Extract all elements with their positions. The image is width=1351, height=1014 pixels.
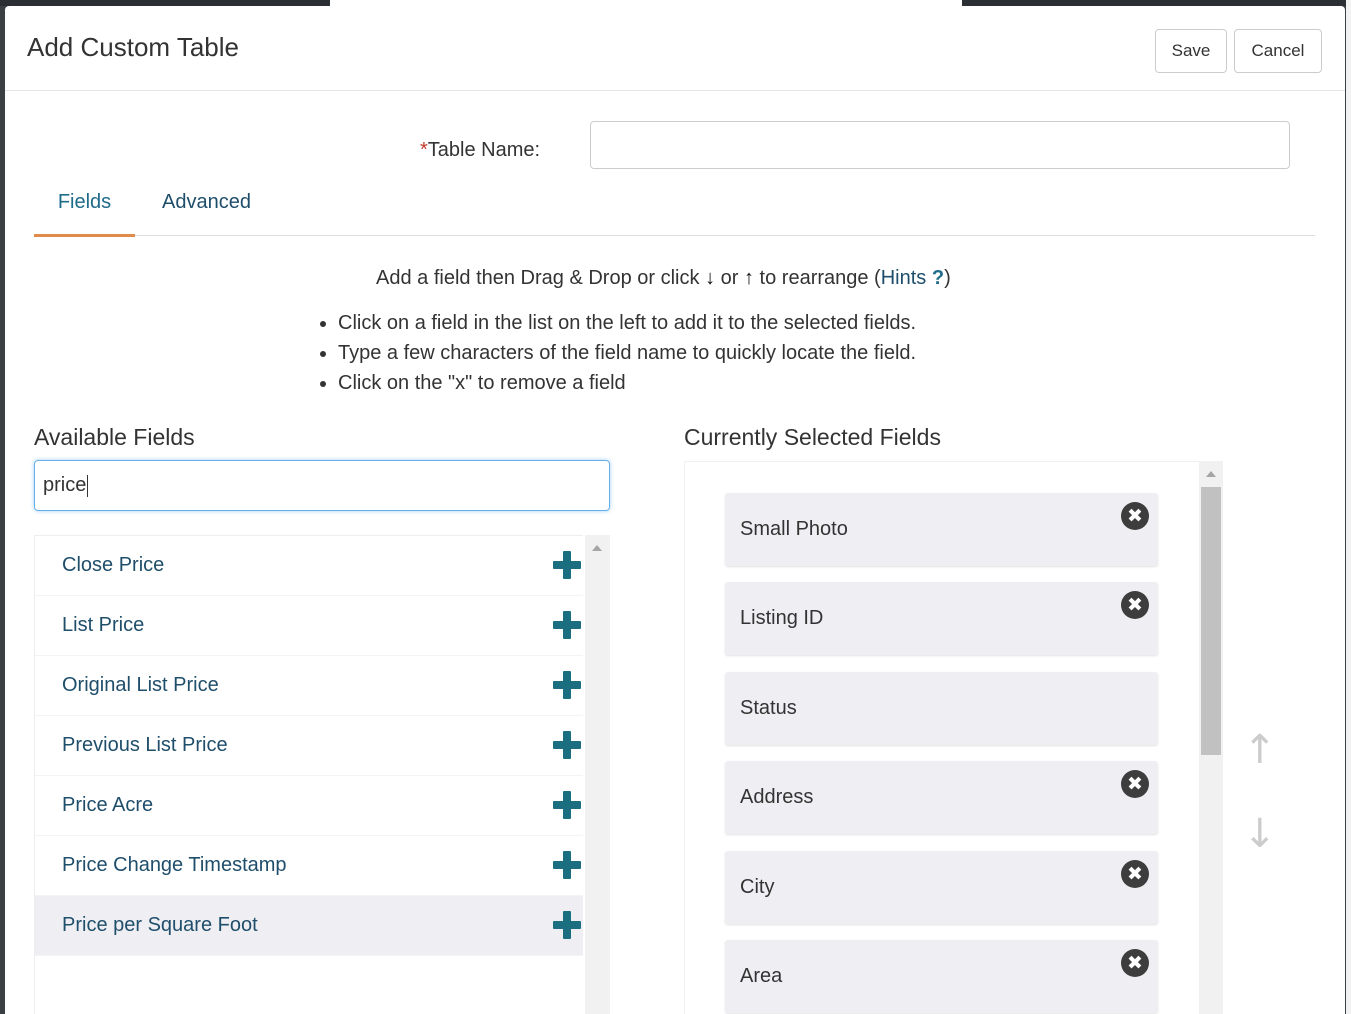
plus-icon[interactable] <box>553 731 581 759</box>
plus-icon[interactable] <box>553 851 581 879</box>
available-field-row[interactable]: Price Acre <box>35 776 583 836</box>
field-label: List Price <box>62 614 145 636</box>
remove-icon[interactable]: ✖ <box>1121 860 1149 888</box>
hint-text-after: to rearrange ( <box>759 267 881 289</box>
selected-field-item[interactable]: Listing ID ✖ <box>725 582 1158 655</box>
tab-fields[interactable]: Fields <box>34 191 135 237</box>
remove-icon[interactable]: ✖ <box>1121 502 1149 530</box>
cancel-button[interactable]: Cancel <box>1234 29 1322 73</box>
selected-field-item[interactable]: Area ✖ <box>725 940 1158 1013</box>
available-fields-title: Available Fields <box>34 424 195 450</box>
available-field-row[interactable]: Previous List Price <box>35 716 583 776</box>
available-field-row[interactable]: Original List Price <box>35 656 583 716</box>
field-label: Small Photo <box>740 518 848 540</box>
field-label: Status <box>740 697 797 719</box>
selected-field-item[interactable]: City ✖ <box>725 851 1158 924</box>
selected-list-scrollbar[interactable] <box>1199 461 1223 1014</box>
available-field-row[interactable]: Price Change Timestamp <box>35 836 583 896</box>
text-caret <box>87 474 89 497</box>
field-search-input[interactable]: price <box>34 460 610 511</box>
selected-field-item[interactable]: Address ✖ <box>725 761 1158 834</box>
available-field-row-highlighted[interactable]: Price per Square Foot <box>35 896 583 956</box>
hint-text: Add a field then Drag & Drop or click <box>376 267 700 289</box>
plus-icon[interactable] <box>553 551 581 579</box>
field-label: Close Price <box>62 554 165 576</box>
field-label: Previous List Price <box>62 734 228 756</box>
field-label: Area <box>740 965 783 987</box>
selected-field-item[interactable]: Small Photo ✖ <box>725 493 1158 566</box>
plus-icon[interactable] <box>553 911 581 939</box>
remove-icon[interactable]: ✖ <box>1121 770 1149 798</box>
remove-icon[interactable]: ✖ <box>1121 591 1149 619</box>
plus-icon[interactable] <box>553 611 581 639</box>
arrow-up-icon: ↑ <box>743 267 754 289</box>
instruction-item: Click on the "x" to remove a field <box>338 371 916 401</box>
plus-icon[interactable] <box>553 671 581 699</box>
instruction-item: Type a few characters of the field name … <box>338 341 916 371</box>
instruction-item: Click on a field in the list on the left… <box>338 311 916 341</box>
rearrange-hint: Add a field then Drag & Drop or click ↓ … <box>376 267 951 290</box>
remove-icon[interactable]: ✖ <box>1121 949 1149 977</box>
hint-close-paren: ) <box>944 267 951 289</box>
tab-advanced[interactable]: Advanced <box>162 191 251 214</box>
table-name-input[interactable] <box>590 121 1290 169</box>
selected-field-item[interactable]: Status <box>725 672 1158 745</box>
field-label: City <box>740 876 775 898</box>
instructions-list: Click on a field in the list on the left… <box>318 311 916 401</box>
modal-header: Add Custom Table Save Cancel <box>5 6 1345 91</box>
hint-or: or <box>720 267 739 289</box>
field-label: Price Change Timestamp <box>62 854 287 876</box>
table-name-label: *Table Name: <box>420 139 540 162</box>
selected-fields-title: Currently Selected Fields <box>684 424 941 450</box>
table-name-label-text: Table Name: <box>427 139 541 161</box>
field-label: Price per Square Foot <box>62 914 258 936</box>
available-field-row[interactable]: Close Price <box>35 536 583 596</box>
save-button[interactable]: Save <box>1155 29 1227 73</box>
selected-fields-list: Small Photo ✖ Listing ID ✖ Status Addres… <box>684 461 1201 1014</box>
tab-bar: Fields Advanced <box>34 178 1315 237</box>
hints-link[interactable]: Hints <box>881 267 927 289</box>
scroll-up-icon[interactable] <box>592 545 602 551</box>
plus-icon[interactable] <box>553 791 581 819</box>
field-label: Original List Price <box>62 674 219 696</box>
field-label: Listing ID <box>740 607 824 629</box>
arrow-down-icon: ↓ <box>705 267 716 289</box>
required-mark: * <box>420 139 428 161</box>
scrollbar-thumb[interactable] <box>1201 487 1221 755</box>
scroll-up-icon[interactable] <box>1206 471 1216 477</box>
available-field-row[interactable]: List Price <box>35 596 583 656</box>
field-label: Price Acre <box>62 794 154 816</box>
available-fields-list: Close Price List Price Original List Pri… <box>34 535 583 1014</box>
field-label: Address <box>740 786 814 808</box>
help-icon[interactable]: ? <box>932 267 944 289</box>
background-page <box>1346 0 1351 1014</box>
add-custom-table-modal: Add Custom Table Save Cancel *Table Name… <box>5 6 1345 1014</box>
move-down-icon[interactable]: ↓ <box>1243 812 1277 856</box>
modal-title: Add Custom Table <box>27 32 239 62</box>
search-value: price <box>43 474 87 496</box>
available-list-scrollbar[interactable] <box>585 535 610 1014</box>
move-up-icon[interactable]: ↑ <box>1243 728 1277 772</box>
